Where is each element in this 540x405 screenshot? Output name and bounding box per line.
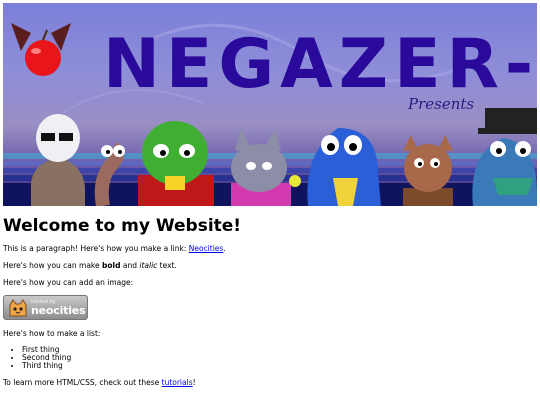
badge-big-text: neocities	[31, 304, 86, 317]
paragraph-image-intro: Here's how you can add an image:	[3, 278, 134, 287]
list-item: First thing	[22, 346, 537, 354]
paragraph-link: This is a paragraph! Here's how you make…	[3, 244, 537, 253]
para1-after: .	[223, 244, 226, 253]
bold-text: bold	[102, 261, 121, 270]
main-content: Welcome to my Website! This is a paragra…	[3, 216, 537, 395]
dog-character	[403, 135, 453, 206]
banner-title: NEGAZER-0	[103, 25, 537, 104]
para5-after: !	[192, 378, 196, 387]
badge-container: hosted by neocities	[3, 295, 537, 321]
para1-before: This is a paragraph! Here's how you make…	[3, 244, 189, 253]
banner-subtitle: Presents	[407, 95, 474, 113]
para5-before: To learn more HTML/CSS, check out these	[3, 378, 162, 387]
page: NEGAZER-0 Presents	[0, 0, 540, 405]
italic-text: italic	[139, 261, 158, 270]
page-heading: Welcome to my Website!	[3, 216, 242, 236]
example-list: First thing Second thing Third thing	[3, 346, 537, 370]
neocities-cat-icon	[9, 299, 27, 317]
tutorials-link[interactable]: tutorials	[162, 378, 193, 387]
neocities-badge[interactable]: hosted by neocities	[3, 295, 88, 320]
para2-before: Here's how you can make	[3, 261, 102, 270]
para2-middle: and	[120, 261, 140, 270]
banner-image: NEGAZER-0 Presents	[3, 3, 537, 206]
paragraph-tutorials: To learn more HTML/CSS, check out these …	[3, 378, 537, 387]
para2-after: text.	[157, 261, 177, 270]
paragraph-formatting: Here's how you can make bold and italic …	[3, 261, 537, 270]
neocities-link[interactable]: Neocities	[189, 244, 224, 253]
list-item: Third thing	[22, 362, 537, 370]
paragraph-list-intro: Here's how to make a list:	[3, 329, 101, 338]
list-item: Second thing	[22, 354, 537, 362]
